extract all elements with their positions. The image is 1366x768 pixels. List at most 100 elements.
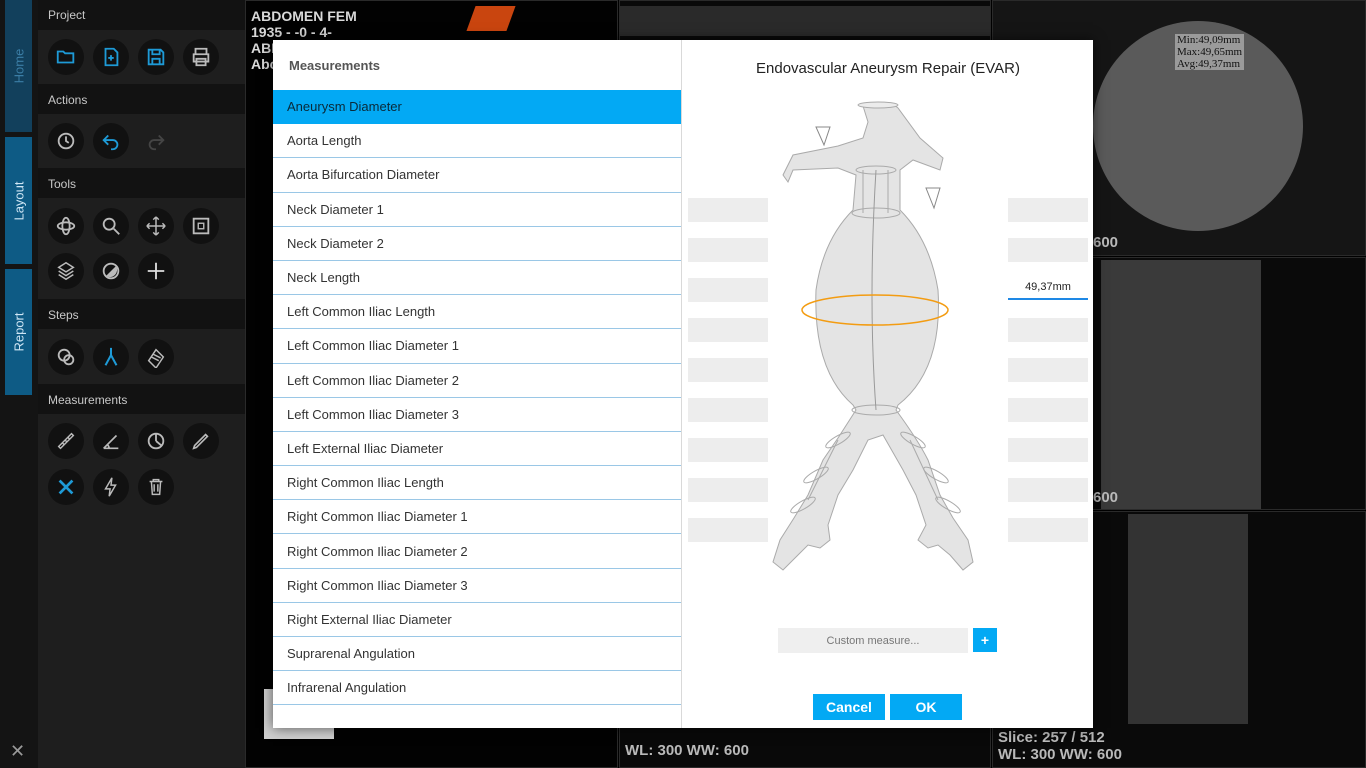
diagram-panel: Endovascular Aneurysm Repair (EVAR) 49,3… — [683, 40, 1093, 728]
layers-icon — [57, 261, 75, 281]
document-icon — [104, 47, 119, 67]
toolbar-panel: Project Actions Tools Steps Measurements — [38, 0, 245, 768]
step-stent-button[interactable] — [138, 339, 174, 375]
tab-layout-label: Layout — [11, 180, 26, 221]
delete-button[interactable] — [138, 469, 174, 505]
measure-slot-right-1[interactable] — [1008, 198, 1088, 222]
stat-max: Max:49,65mm — [1177, 46, 1243, 58]
coronal-corner-value: 600 — [1093, 489, 1119, 506]
tab-report-label: Report — [11, 312, 26, 352]
save-button[interactable] — [138, 39, 174, 75]
vertical-tab-strip: Home Layout Report ✕ — [0, 0, 38, 768]
vessel-icon — [104, 347, 118, 366]
multi-measure-button[interactable] — [48, 469, 84, 505]
list-item-right-common-iliac-diameter-1[interactable]: Right Common Iliac Diameter 1 — [273, 500, 681, 535]
app-window: Home Layout Report ✕ Project Actions Too… — [0, 0, 1366, 768]
tab-layout[interactable]: Layout — [5, 137, 32, 264]
measure-slot-left-3[interactable] — [688, 278, 768, 302]
measure-slot-left-7[interactable] — [688, 438, 768, 462]
list-item-neck-length[interactable]: Neck Length — [273, 261, 681, 296]
open-folder-button[interactable] — [48, 39, 84, 75]
list-item-suprarenal-angulation[interactable]: Suprarenal Angulation — [273, 637, 681, 672]
rotate-3d-button[interactable] — [48, 208, 84, 244]
measure-slot-right-2[interactable] — [1008, 238, 1088, 262]
annotate-button[interactable] — [183, 423, 219, 459]
section-label-project: Project — [48, 8, 86, 22]
measure-slot-aneurysm-diameter[interactable]: 49,37mm — [1008, 276, 1088, 300]
measure-slot-right-9[interactable] — [1008, 518, 1088, 542]
trash-icon — [149, 478, 163, 496]
list-item-left-external-iliac-diameter[interactable]: Left External Iliac Diameter — [273, 432, 681, 467]
crosshair-icon — [147, 262, 165, 280]
tab-home-label: Home — [11, 48, 26, 84]
measure-slot-right-5[interactable] — [1008, 358, 1088, 382]
list-item-right-external-iliac-diameter[interactable]: Right External Iliac Diameter — [273, 603, 681, 637]
measure-slot-left-4[interactable] — [688, 318, 768, 342]
list-item-left-common-iliac-length[interactable]: Left Common Iliac Length — [273, 295, 681, 330]
sagittal-slice: Slice: 257 / 512 — [998, 729, 1105, 746]
ruler-button[interactable] — [48, 423, 84, 459]
step-vessel-button[interactable] — [93, 339, 129, 375]
ok-button[interactable]: OK — [890, 694, 962, 720]
measurements-panel: Measurements Aneurysm Diameter Aorta Len… — [273, 40, 682, 728]
contrast-button[interactable] — [93, 253, 129, 289]
list-item-aorta-bifurcation-diameter[interactable]: Aorta Bifurcation Diameter — [273, 158, 681, 193]
zoom-button[interactable] — [93, 208, 129, 244]
save-icon — [147, 48, 165, 66]
tab-report[interactable]: Report — [5, 269, 32, 395]
new-document-button[interactable] — [93, 39, 129, 75]
layers-button[interactable] — [48, 253, 84, 289]
cancel-button[interactable]: Cancel — [813, 694, 885, 720]
list-item-aneurysm-diameter[interactable]: Aneurysm Diameter — [273, 90, 681, 125]
list-item-left-common-iliac-diameter-1[interactable]: Left Common Iliac Diameter 1 — [273, 329, 681, 364]
ruler-icon — [57, 432, 75, 450]
sagittal-image — [1128, 514, 1248, 724]
list-item-neck-diameter-2[interactable]: Neck Diameter 2 — [273, 227, 681, 261]
list-item-infrarenal-angulation[interactable]: Infrarenal Angulation — [273, 671, 681, 706]
list-item-aorta-length[interactable]: Aorta Length — [273, 124, 681, 159]
crop-button[interactable] — [183, 208, 219, 244]
section-label-tools: Tools — [48, 177, 77, 191]
evar-measurements-dialog: Measurements Aneurysm Diameter Aorta Len… — [273, 40, 1093, 728]
add-custom-measure-button[interactable]: + — [973, 628, 997, 652]
measure-slot-left-9[interactable] — [688, 518, 768, 542]
measure-slot-right-6[interactable] — [1008, 398, 1088, 422]
list-item-right-common-iliac-diameter-2[interactable]: Right Common Iliac Diameter 2 — [273, 534, 681, 569]
sagittal-wlww: WL: 300 WW: 600 — [998, 746, 1122, 763]
section-label-steps: Steps — [48, 308, 79, 322]
measure-slot-left-1[interactable] — [688, 198, 768, 222]
angle-button[interactable] — [93, 423, 129, 459]
measurements-title: Measurements — [289, 58, 381, 73]
history-button[interactable] — [48, 123, 84, 159]
measure-slot-left-8[interactable] — [688, 478, 768, 502]
measure-slot-left-2[interactable] — [688, 238, 768, 262]
list-item-right-common-iliac-length[interactable]: Right Common Iliac Length — [273, 466, 681, 501]
measure-slot-left-6[interactable] — [688, 398, 768, 422]
redo-button[interactable] — [138, 123, 174, 159]
tab-home[interactable]: Home — [5, 0, 32, 132]
list-item-left-common-iliac-diameter-2[interactable]: Left Common Iliac Diameter 2 — [273, 364, 681, 398]
rotate-3d-icon — [56, 216, 76, 236]
list-item-neck-diameter-1[interactable]: Neck Diameter 1 — [273, 193, 681, 227]
pan-button[interactable] — [138, 208, 174, 244]
list-item-right-common-iliac-diameter-3[interactable]: Right Common Iliac Diameter 3 — [273, 569, 681, 603]
zoomed-corner-value: 600 — [1093, 234, 1119, 251]
roi-button[interactable] — [138, 423, 174, 459]
pie-roi-icon — [147, 432, 165, 450]
pencil-icon — [192, 433, 209, 450]
measure-slot-right-4[interactable] — [1008, 318, 1088, 342]
list-item-left-common-iliac-diameter-3[interactable]: Left Common Iliac Diameter 3 — [273, 398, 681, 432]
crosshair-button[interactable] — [138, 253, 174, 289]
patient-name: ABDOMEN FEM — [251, 8, 357, 24]
measure-slot-right-8[interactable] — [1008, 478, 1088, 502]
auto-measure-button[interactable] — [93, 469, 129, 505]
custom-measure-input[interactable] — [778, 628, 968, 653]
measure-slot-left-5[interactable] — [688, 358, 768, 382]
step-segmentation-button[interactable] — [48, 339, 84, 375]
printer-icon — [192, 47, 210, 67]
print-button[interactable] — [183, 39, 219, 75]
measure-slot-right-7[interactable] — [1008, 438, 1088, 462]
contrast-icon — [102, 262, 120, 280]
undo-button[interactable] — [93, 123, 129, 159]
close-icon[interactable]: ✕ — [10, 742, 25, 760]
